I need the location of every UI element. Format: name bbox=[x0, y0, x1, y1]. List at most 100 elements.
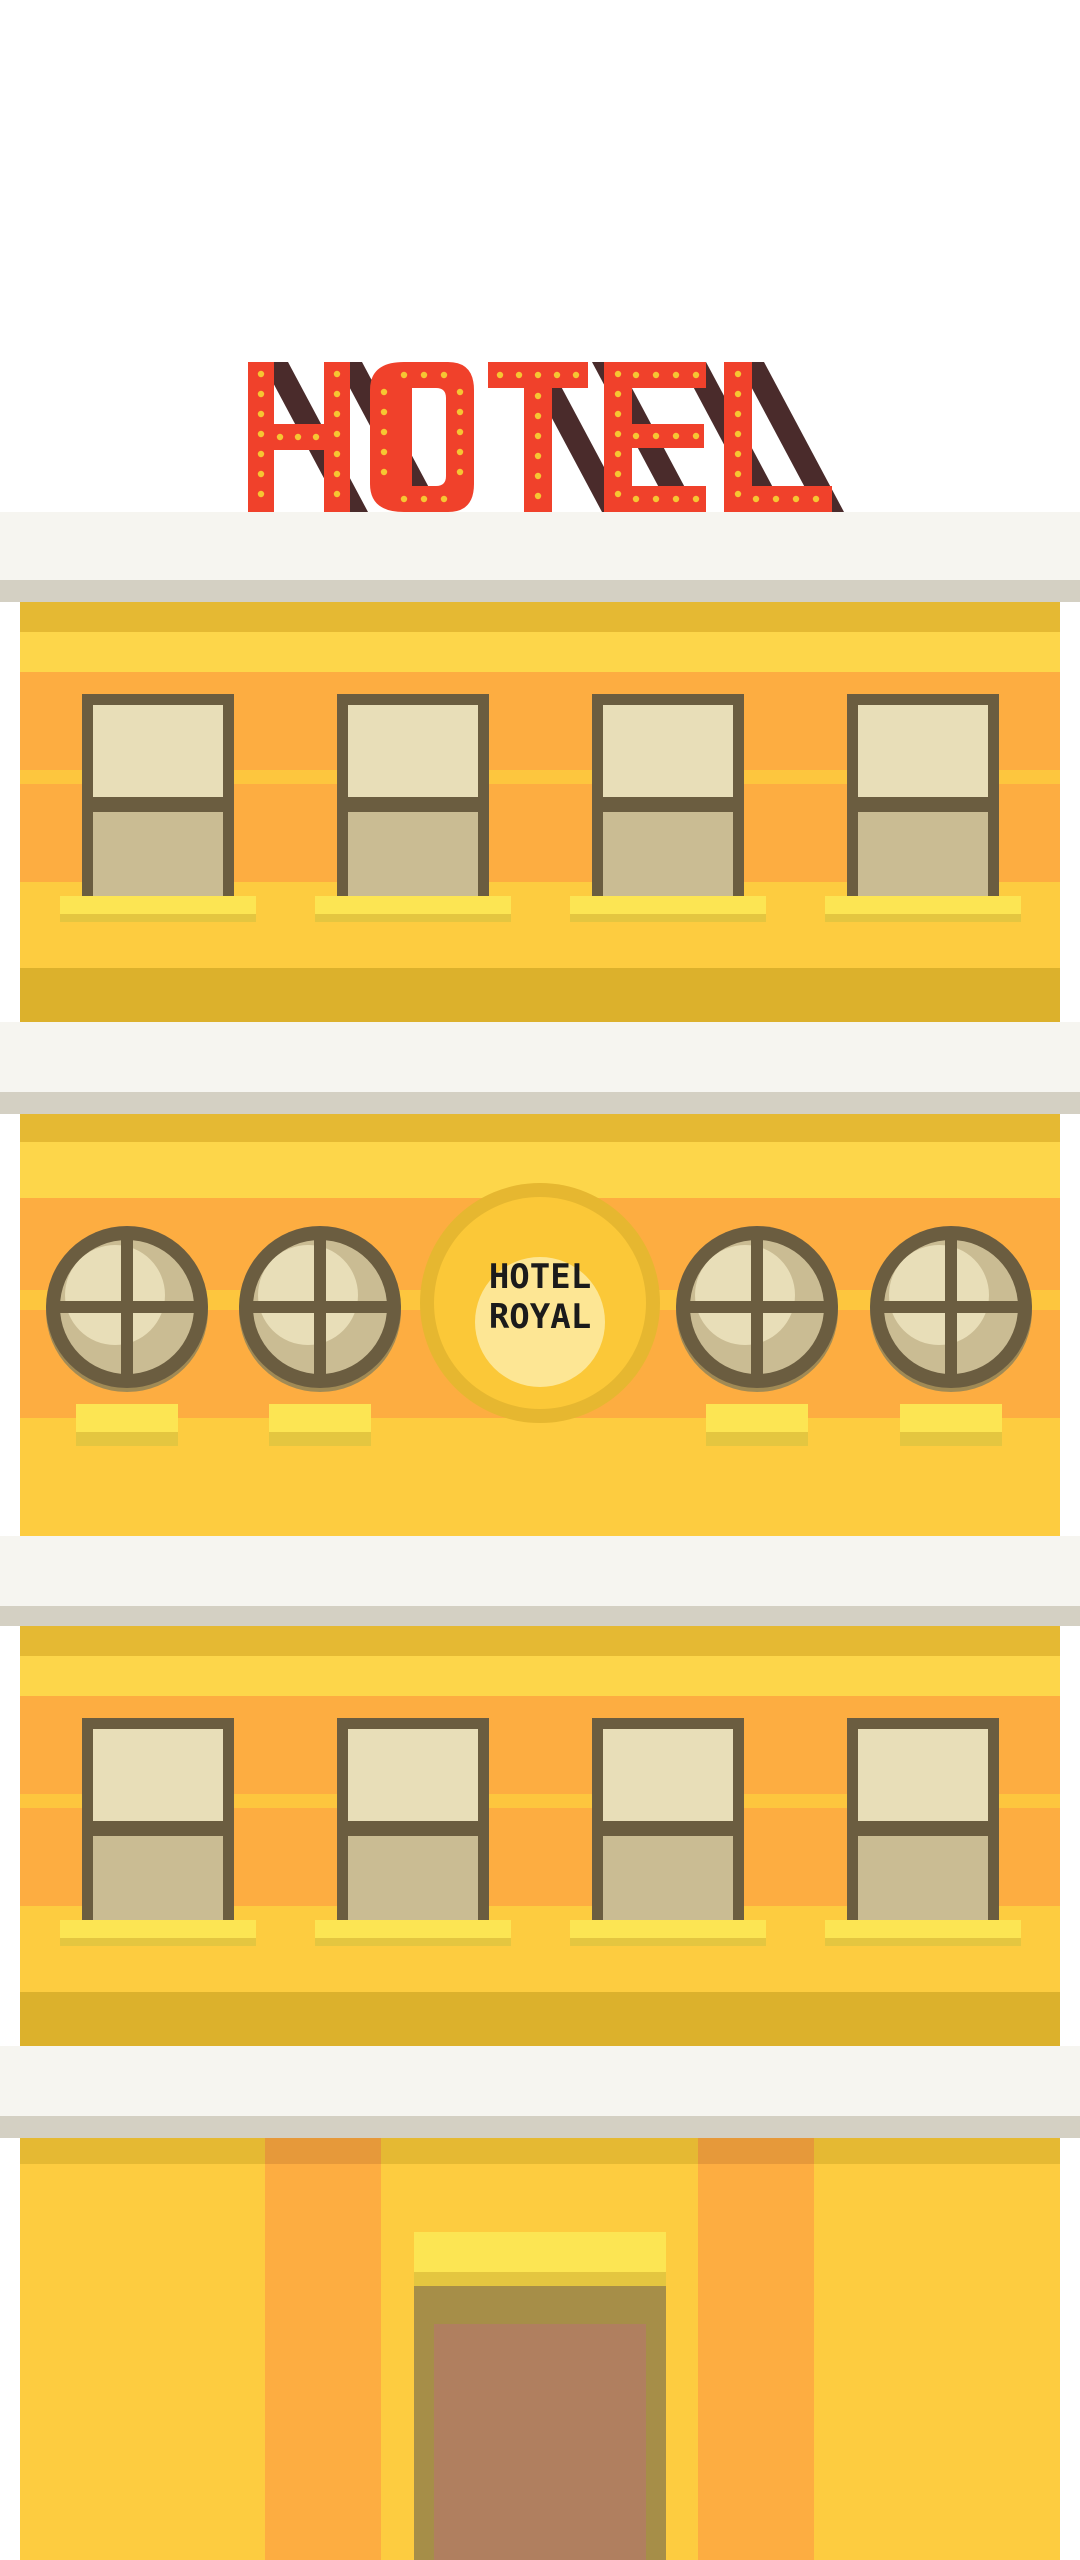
sign-bulb bbox=[276, 433, 284, 441]
sign-bulb bbox=[672, 495, 680, 503]
sign-bulb bbox=[752, 495, 760, 503]
sign-bulb bbox=[632, 371, 640, 379]
hotel-building-illustration: HOTEL ROYAL bbox=[0, 362, 1080, 2560]
ledge-3-shadow bbox=[0, 2116, 1080, 2138]
sign-bulb bbox=[294, 433, 302, 441]
sign-bulb bbox=[792, 495, 800, 503]
window-sill bbox=[900, 1404, 1002, 1432]
sign-bulb bbox=[440, 371, 448, 379]
sign-bulb bbox=[812, 495, 820, 503]
sign-bulb bbox=[257, 490, 265, 498]
sign-bulb bbox=[614, 470, 622, 478]
window-sill bbox=[60, 896, 256, 914]
sign-bulb bbox=[333, 450, 341, 458]
hotel-royal-line-2: ROYAL bbox=[489, 1297, 591, 1337]
sign-bulb bbox=[534, 492, 542, 500]
ledge-3 bbox=[0, 2046, 1080, 2116]
window bbox=[60, 1718, 256, 1946]
sign-bulb bbox=[333, 370, 341, 378]
sign-bulb bbox=[553, 371, 561, 379]
window bbox=[570, 694, 766, 922]
sign-bulb bbox=[496, 371, 504, 379]
sign-bulb bbox=[312, 433, 320, 441]
sign-bulb bbox=[333, 430, 341, 438]
window-sill bbox=[269, 1404, 371, 1432]
sign-bulb bbox=[614, 390, 622, 398]
door-panel[interactable] bbox=[434, 2324, 646, 2560]
sign-bulb bbox=[614, 370, 622, 378]
sign-bulb bbox=[632, 432, 640, 440]
pillar-right bbox=[698, 2138, 814, 2560]
window-sill bbox=[570, 1920, 766, 1938]
sign-bulb bbox=[380, 408, 388, 416]
sign-bulb bbox=[692, 371, 700, 379]
hotel-royal-line-1: HOTEL bbox=[489, 1257, 591, 1297]
window-sill bbox=[76, 1404, 178, 1432]
sign-bulb bbox=[515, 371, 523, 379]
rooftop-hotel-sign bbox=[248, 362, 844, 512]
sign-bulb bbox=[400, 495, 408, 503]
ledge-2 bbox=[0, 1536, 1080, 1606]
floor-1 bbox=[20, 602, 1060, 1022]
sign-bulb bbox=[380, 388, 388, 396]
sign-bulb bbox=[333, 470, 341, 478]
sign-bulb bbox=[534, 392, 542, 400]
sign-bulb bbox=[420, 371, 428, 379]
sign-bulb bbox=[734, 470, 742, 478]
hotel-royal-medallion: HOTEL ROYAL bbox=[420, 1183, 660, 1423]
ledge-1 bbox=[0, 1022, 1080, 1092]
sign-bulb bbox=[632, 495, 640, 503]
ground-floor bbox=[20, 2138, 1060, 2560]
sign-bulb bbox=[614, 450, 622, 458]
sign-bulb bbox=[534, 452, 542, 460]
sign-bulb bbox=[614, 410, 622, 418]
window bbox=[825, 694, 1021, 922]
sign-bulb bbox=[456, 468, 464, 476]
sign-bulb bbox=[652, 432, 660, 440]
sign-bulb bbox=[672, 432, 680, 440]
sign-bulb bbox=[257, 430, 265, 438]
sign-bulb bbox=[734, 450, 742, 458]
window-sill bbox=[570, 896, 766, 914]
sign-bulb bbox=[572, 371, 580, 379]
sign-bulb bbox=[652, 495, 660, 503]
entrance-door[interactable] bbox=[414, 2232, 666, 2560]
floor-2: HOTEL ROYAL bbox=[20, 1114, 1060, 1536]
sign-bulb bbox=[400, 371, 408, 379]
sign-bulb bbox=[734, 390, 742, 398]
window bbox=[315, 694, 511, 922]
sign-bulb bbox=[333, 390, 341, 398]
roof-ledge-shadow bbox=[0, 580, 1080, 602]
window bbox=[60, 694, 256, 922]
sign-bulb bbox=[380, 448, 388, 456]
door-awning bbox=[414, 2232, 666, 2272]
sign-bulb bbox=[440, 495, 448, 503]
sign-bulb bbox=[734, 410, 742, 418]
sign-bulb bbox=[534, 472, 542, 480]
floor-3 bbox=[20, 1626, 1060, 2046]
sign-bulb bbox=[614, 430, 622, 438]
sign-bulb bbox=[333, 410, 341, 418]
sign-bulb bbox=[257, 370, 265, 378]
sign-bulb bbox=[672, 371, 680, 379]
sign-bulb bbox=[692, 495, 700, 503]
window-sill bbox=[315, 896, 511, 914]
roof-ledge bbox=[0, 512, 1080, 580]
sign-bulb bbox=[420, 495, 428, 503]
sign-bulb bbox=[257, 390, 265, 398]
sign-bulb bbox=[734, 490, 742, 498]
sign-bulb bbox=[456, 448, 464, 456]
sign-bulb bbox=[652, 371, 660, 379]
window-sill bbox=[825, 896, 1021, 914]
window-sill bbox=[706, 1404, 808, 1432]
window-sill bbox=[315, 1920, 511, 1938]
sign-bulb bbox=[534, 432, 542, 440]
sign-bulb bbox=[692, 432, 700, 440]
sign-bulb bbox=[614, 490, 622, 498]
ledge-2-shadow bbox=[0, 1606, 1080, 1626]
sign-bulb bbox=[456, 408, 464, 416]
sign-bulb bbox=[380, 428, 388, 436]
sign-bulb bbox=[257, 410, 265, 418]
sign-bulb bbox=[333, 490, 341, 498]
sign-bulb bbox=[257, 450, 265, 458]
